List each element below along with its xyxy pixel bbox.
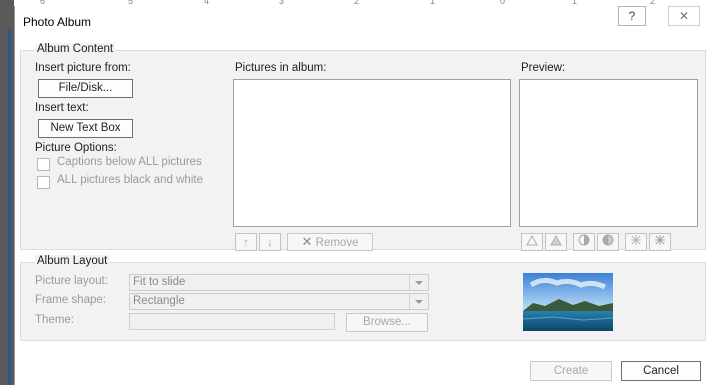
brightness-up-button[interactable]: [625, 233, 647, 251]
album-layout-group: Album Layout Picture layout: Fit to slid…: [20, 255, 706, 341]
help-icon: ?: [628, 9, 636, 23]
album-content-legend: Album Content: [35, 43, 116, 55]
black-white-option-label: ALL pictures black and white: [57, 174, 203, 186]
file-disk-button[interactable]: File/Disk...: [38, 79, 133, 98]
arrow-down-icon: ↓: [267, 235, 273, 249]
pictures-list[interactable]: [233, 79, 511, 227]
chevron-down-icon: [409, 294, 428, 309]
layout-preview-image: [523, 273, 613, 331]
cancel-button[interactable]: Cancel: [621, 361, 701, 381]
picture-layout-label: Picture layout:: [35, 275, 108, 287]
window-edge: [0, 0, 14, 385]
help-button[interactable]: ?: [618, 6, 646, 26]
theme-input[interactable]: [129, 313, 335, 330]
contrast-down-button[interactable]: [597, 233, 619, 251]
picture-options-label: Picture Options:: [35, 142, 117, 154]
contrast-down-icon: [602, 234, 614, 246]
remove-icon: ✕: [301, 234, 313, 249]
album-content-group: Album Content Insert picture from: File/…: [20, 43, 706, 251]
insert-text-label: Insert text:: [35, 102, 89, 114]
frame-shape-label: Frame shape:: [35, 294, 106, 306]
close-button[interactable]: ✕: [668, 6, 700, 26]
chevron-down-icon: [409, 275, 428, 290]
picture-layout-select[interactable]: Fit to slide: [129, 274, 429, 291]
rotate-right-icon: [550, 234, 562, 246]
rotate-left-icon: [526, 234, 538, 246]
photo-album-dialog: Photo Album ? ✕ Album Content Insert pic…: [14, 6, 707, 385]
pictures-in-album-label: Pictures in album:: [235, 62, 327, 74]
rotate-right-button[interactable]: [545, 233, 567, 251]
album-layout-legend: Album Layout: [35, 255, 110, 267]
brightness-down-icon: [655, 235, 665, 245]
insert-picture-label: Insert picture from:: [35, 62, 131, 74]
black-white-checkbox[interactable]: [37, 176, 50, 189]
new-text-box-button[interactable]: New Text Box: [38, 119, 133, 138]
theme-label: Theme:: [35, 314, 74, 326]
preview-label: Preview:: [521, 62, 566, 74]
rotate-left-button[interactable]: [521, 233, 543, 251]
captions-option-label: Captions below ALL pictures: [57, 156, 202, 168]
captions-checkbox[interactable]: [37, 158, 50, 171]
remove-button[interactable]: ✕ Remove: [287, 233, 373, 251]
contrast-up-icon: [578, 234, 590, 246]
preview-area: [519, 79, 698, 227]
move-down-button[interactable]: ↓: [259, 233, 281, 251]
browse-button[interactable]: Browse...: [346, 313, 428, 332]
create-button[interactable]: Create: [530, 361, 612, 381]
arrow-up-icon: ↑: [243, 235, 249, 249]
brightness-up-icon: [631, 235, 641, 245]
frame-shape-select[interactable]: Rectangle: [129, 293, 429, 310]
contrast-up-button[interactable]: [573, 233, 595, 251]
dialog-title: Photo Album: [23, 15, 92, 29]
close-icon: ✕: [678, 9, 690, 23]
brightness-down-button[interactable]: [649, 233, 671, 251]
move-up-button[interactable]: ↑: [235, 233, 257, 251]
